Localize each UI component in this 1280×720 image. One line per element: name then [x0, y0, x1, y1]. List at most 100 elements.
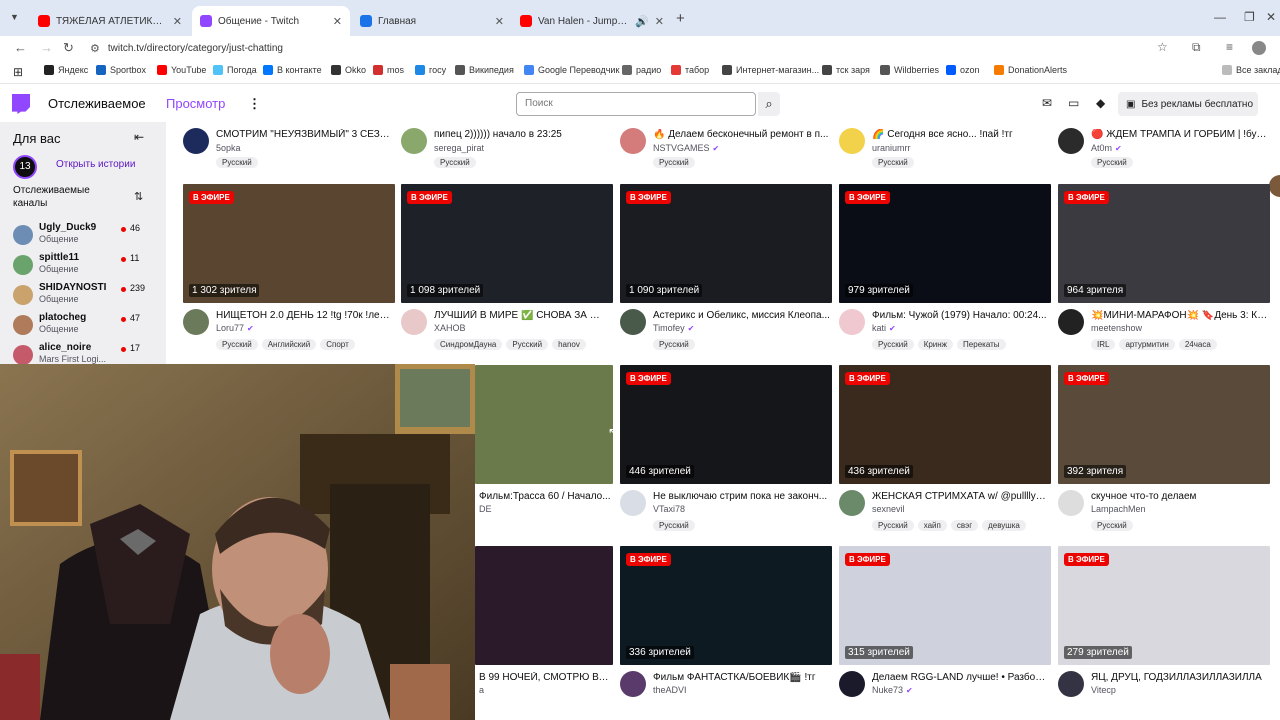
bookmark-item[interactable]: табор	[671, 65, 709, 75]
tag-chip[interactable]: Спорт	[320, 339, 355, 350]
browser-tab-active[interactable]: Общение - Twitch ✕	[192, 6, 350, 36]
bookmark-item[interactable]: радио	[622, 65, 661, 75]
stream-thumbnail[interactable]: В ЭФИРЕ 279 зрителей	[1058, 546, 1270, 665]
site-info-icon[interactable]: ⚙	[90, 42, 100, 55]
sidebar-channel[interactable]: platocheg Общение 47	[13, 312, 163, 342]
streamer-name[interactable]: Loru77 ✔	[216, 323, 254, 333]
bookmark-item[interactable]: Интернет-магазин...	[722, 65, 819, 75]
stream-thumbnail[interactable]: В ЭФИРЕ 964 зрителя	[1058, 184, 1270, 303]
stream-thumbnail[interactable]: В ЭФИРЕ 1 302 зрителя	[183, 184, 395, 303]
streamer-avatar[interactable]	[1058, 671, 1084, 697]
streamer-name[interactable]: Timofey ✔	[653, 323, 694, 333]
streamer-name[interactable]: LampachMen	[1091, 504, 1146, 514]
bookmark-item[interactable]: Sportbox	[96, 65, 146, 75]
streamer-name[interactable]: XAHOB	[434, 323, 466, 333]
nav-following[interactable]: Отслеживаемое	[48, 96, 146, 111]
new-tab-icon[interactable]: +	[676, 10, 685, 27]
stream-thumbnail[interactable]	[475, 546, 613, 665]
minimize-icon[interactable]: —	[1214, 10, 1226, 24]
tag-chip[interactable]: Русский	[872, 339, 914, 350]
streamer-avatar[interactable]	[1058, 128, 1084, 154]
streamer-avatar[interactable]	[620, 128, 646, 154]
stream-card[interactable]: Фильм:Трасса 60 / Начало... DE	[475, 365, 613, 535]
streamer-name[interactable]: theADVI	[653, 685, 687, 695]
sort-icon[interactable]: ⇅	[134, 190, 143, 203]
close-tab-icon[interactable]: ✕	[495, 15, 504, 28]
streamer-avatar[interactable]	[839, 490, 865, 516]
streamer-name[interactable]: VTaxi78	[653, 504, 685, 514]
stream-card[interactable]: В ЭФИРЕ 1 302 зрителя НИЩЕТОН 2.0 ДЕНЬ 12 …	[183, 184, 395, 354]
streamer-avatar[interactable]	[183, 128, 209, 154]
stream-title[interactable]: 💥МИНИ-МАРАФОН💥 🔖День 3: КУ...	[1091, 310, 1268, 321]
stream-title[interactable]: Астерикс и Обеликс, миссия Клеопа...	[653, 310, 830, 321]
apps-grid-icon[interactable]: ⊞	[13, 65, 23, 79]
streamer-name[interactable]: uraniumrr	[872, 143, 911, 153]
search-icon[interactable]: ⌕	[758, 92, 780, 116]
tag-chip[interactable]: девушка	[982, 520, 1026, 531]
stream-card[interactable]: 🔥 Делаем бесконечный ремонт в п... NSTVGA…	[620, 122, 832, 172]
bookmark-item[interactable]: госу	[415, 65, 446, 75]
stream-title[interactable]: В 99 НОЧЕЙ, СМОТРЮ ВА...	[479, 672, 611, 683]
stream-card[interactable]: В 99 НОЧЕЙ, СМОТРЮ ВА... a	[475, 546, 613, 716]
stream-title[interactable]: СМОТРИМ "НЕУЯЗВИМЫЙ" 3 СЕЗОН...	[216, 129, 394, 140]
tag-chip[interactable]: Русский	[1091, 157, 1133, 168]
browser-tab[interactable]: Van Halen - Jump (Official 🔊 ✕	[512, 6, 672, 36]
streamer-avatar[interactable]	[839, 309, 865, 335]
reload-icon[interactable]: ↻	[63, 40, 74, 56]
streamer-name[interactable]: 5opka	[216, 143, 241, 153]
streamer-name[interactable]: At0m ✔	[1091, 143, 1122, 153]
stream-title[interactable]: Фильм: Чужой (1979) Начало: 00:24...	[872, 310, 1049, 321]
tag-chip[interactable]: хайп	[917, 520, 947, 531]
streamer-name[interactable]: DE	[479, 504, 492, 514]
stream-card[interactable]: В ЭФИРЕ 446 зрителей Не выключаю стрим пок…	[620, 365, 832, 535]
stream-card[interactable]: В ЭФИРЕ 336 зрителей Фильм ФАНТАСТКА/БОЕВИ…	[620, 546, 832, 716]
streamer-name[interactable]: meetenshow	[1091, 323, 1142, 333]
media-control-icon[interactable]: ≡	[1226, 40, 1233, 54]
close-tab-icon[interactable]: ✕	[173, 15, 182, 28]
stream-thumbnail[interactable]: В ЭФИРЕ 446 зрителей	[620, 365, 832, 484]
restore-icon[interactable]: ❐	[1244, 10, 1255, 24]
tag-chip[interactable]: Русский	[653, 157, 695, 168]
url-field[interactable]: ⚙ twitch.tv/directory/category/just-chat…	[90, 38, 1170, 58]
streamer-avatar[interactable]	[839, 671, 865, 697]
speaker-icon[interactable]: 🔊	[635, 15, 649, 28]
stream-card[interactable]: пипец 2)))))) начало в 23:25 serega_pirat…	[401, 122, 613, 172]
tab-search-icon[interactable]: ▼	[10, 12, 19, 22]
tag-chip[interactable]: Русский	[216, 339, 258, 350]
all-bookmarks[interactable]: Все заклад	[1222, 65, 1280, 75]
extensions-icon[interactable]: ⧉	[1192, 40, 1201, 55]
stream-thumbnail[interactable]: В ЭФИРЕ 979 зрителей	[839, 184, 1051, 303]
stream-title[interactable]: Фильм ФАНТАСТКА/БОЕВИК🎬 !тг	[653, 672, 830, 683]
twitch-logo-icon[interactable]	[12, 94, 30, 114]
collapse-sidebar-icon[interactable]: ⇤	[134, 130, 144, 144]
browser-tab[interactable]: Главная ✕	[352, 6, 512, 36]
tag-chip[interactable]: Русский	[434, 157, 476, 168]
stream-card[interactable]: В ЭФИРЕ 1 090 зрителей Астерикс и Обеликс,…	[620, 184, 832, 354]
streamer-name[interactable]: kati ✔	[872, 323, 896, 333]
inbox-icon[interactable]: ✉	[1042, 96, 1052, 110]
search-input[interactable]: Поиск	[516, 92, 756, 116]
tag-chip[interactable]: Русский	[1091, 520, 1133, 531]
more-options-icon[interactable]: ⋮	[248, 96, 261, 112]
tag-chip[interactable]: Кринж	[917, 339, 954, 350]
bookmark-item[interactable]: Википедия	[455, 65, 514, 75]
streamer-name[interactable]: Nuke73 ✔	[872, 685, 913, 695]
stream-card[interactable]: В ЭФИРЕ 979 зрителей Фильм: Чужой (1979) Н…	[839, 184, 1051, 354]
bookmark-item[interactable]: ozon	[946, 65, 980, 75]
stream-thumbnail[interactable]: В ЭФИРЕ 1 098 зрителей	[401, 184, 613, 303]
streamer-avatar[interactable]	[1058, 309, 1084, 335]
stream-title[interactable]: ЯЦ, ДРУЦ, ГОДЗИЛЛАЗИЛЛАЗИЛЛА	[1091, 672, 1268, 683]
stream-card[interactable]: В ЭФИРЕ 392 зрителя скучное что-то делаем L…	[1058, 365, 1270, 535]
streamer-avatar[interactable]	[620, 671, 646, 697]
stream-card[interactable]: СМОТРИМ "НЕУЯЗВИМЫЙ" 3 СЕЗОН... 5opka Русс…	[183, 122, 395, 172]
tag-chip[interactable]: Русский	[872, 157, 914, 168]
tag-chip[interactable]: Русский	[653, 339, 695, 350]
whispers-icon[interactable]: ▭	[1068, 96, 1079, 110]
browser-tab[interactable]: ТЯЖЁЛАЯ АТЛЕТИКА - СТОН ✕	[30, 6, 190, 36]
open-stories-link[interactable]: Открыть истории	[56, 159, 135, 170]
streamer-avatar[interactable]	[1058, 490, 1084, 516]
stream-title[interactable]: 🔥 Делаем бесконечный ремонт в п...	[653, 129, 831, 140]
stream-thumbnail[interactable]: В ЭФИРЕ 315 зрителей	[839, 546, 1051, 665]
stream-title[interactable]: пипец 2)))))) начало в 23:25	[434, 129, 612, 140]
tag-chip[interactable]: свэг	[950, 520, 979, 531]
